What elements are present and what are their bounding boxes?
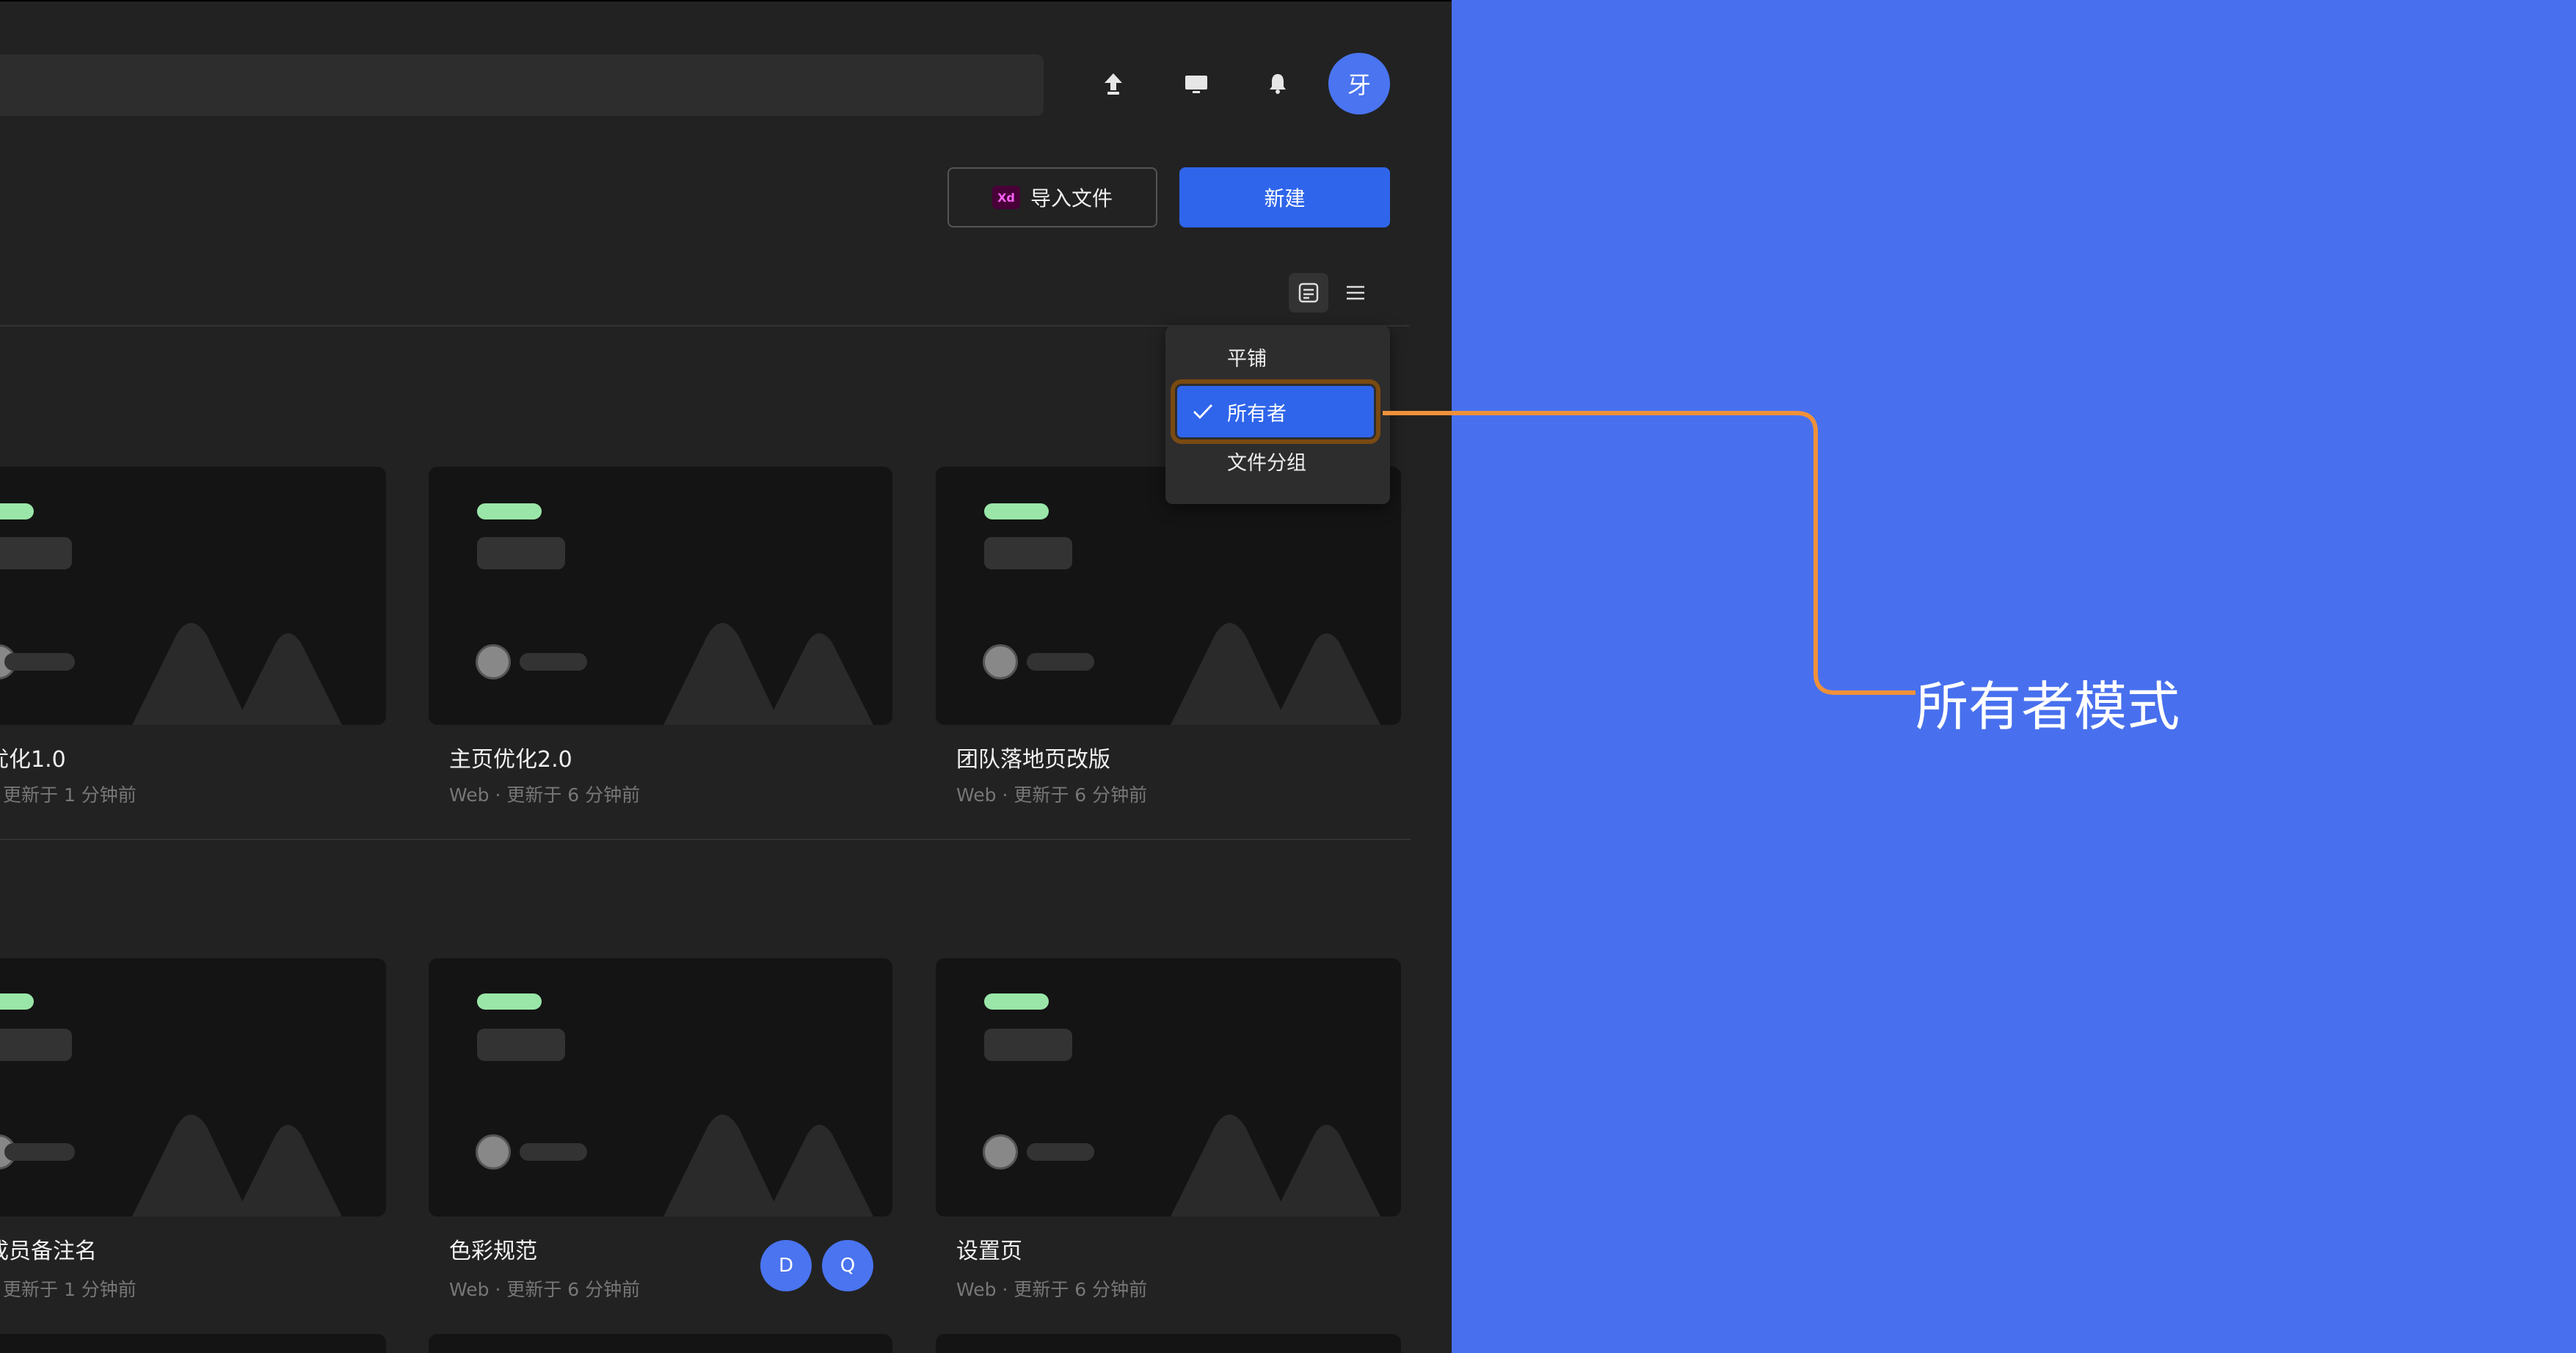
callout-label: 所有者模式 — [1915, 676, 2180, 737]
callout-connector — [1383, 411, 1915, 695]
